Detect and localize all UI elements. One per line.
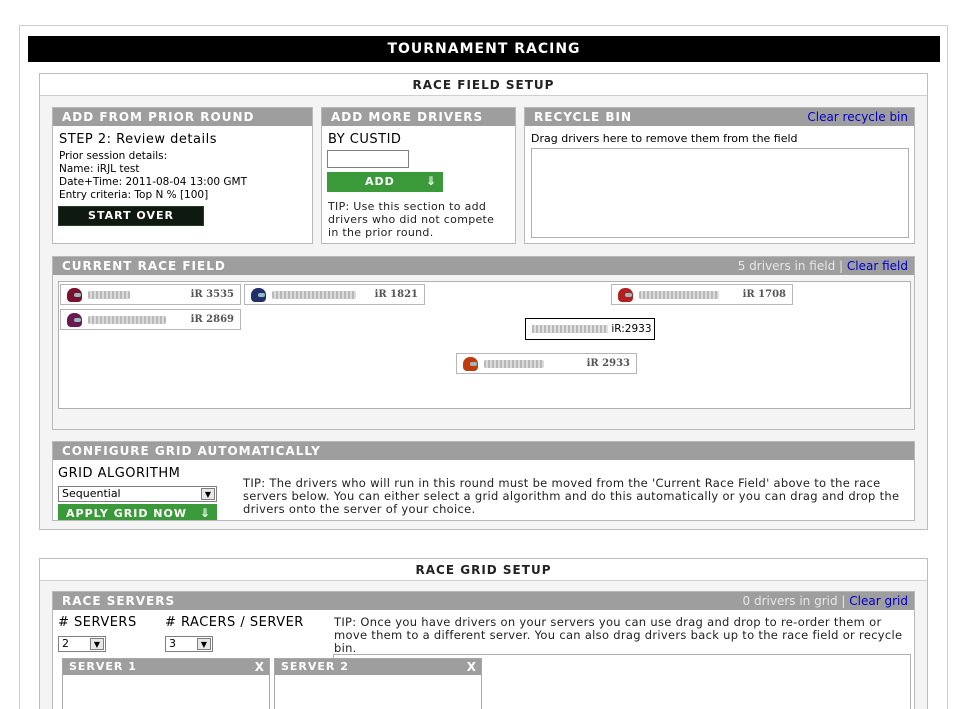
server-2-header: SERVER 2 X [275, 659, 481, 675]
more-drivers-tip: TIP: Use this section to add drivers who… [328, 200, 495, 239]
driver-name-redacted [88, 316, 166, 324]
apply-grid-now-button[interactable]: APPLY GRID NOW ⇓ [58, 504, 217, 520]
race-servers-controls: 0 drivers in grid | Clear grid [743, 592, 908, 610]
race-servers-title: RACE SERVERS [62, 594, 176, 608]
current-race-field-box: CURRENT RACE FIELD 5 drivers in field | … [52, 256, 915, 430]
add-driver-button[interactable]: ADD ⇓ [327, 172, 443, 192]
clear-grid-link[interactable]: Clear grid [849, 594, 908, 608]
helmet-icon [463, 357, 478, 371]
server-1-title: SERVER 1 [69, 660, 137, 673]
recycle-bin-header: RECYCLE BIN Clear recycle bin [525, 108, 914, 126]
racers-per-server-value: 3 [169, 637, 176, 650]
driver-chip[interactable]: iR 1708 [611, 284, 793, 305]
add-more-drivers-box: ADD MORE DRIVERS BY CUSTID ADD ⇓ TIP: Us… [321, 107, 516, 244]
configure-grid-box: CONFIGURE GRID AUTOMATICALLY GRID ALGORI… [52, 441, 915, 521]
drag-tooltip: iR:2933 [525, 318, 655, 340]
driver-name-redacted [484, 360, 544, 368]
server-2[interactable]: SERVER 2 X [274, 658, 482, 709]
helmet-icon [251, 288, 266, 302]
by-custid-label: BY CUSTID [328, 132, 402, 147]
recycle-bin-dropzone[interactable] [531, 148, 909, 238]
chevron-down-icon: ▼ [90, 638, 104, 650]
prior-criteria: Entry criteria: Top N % [100] [59, 189, 209, 201]
chevron-down-icon: ▼ [201, 488, 215, 500]
clear-field-link[interactable]: Clear field [847, 259, 908, 273]
race-servers-tip: TIP: Once you have drivers on your serve… [334, 616, 903, 655]
driver-chip[interactable]: iR 2869 [60, 309, 241, 330]
helmet-icon [67, 313, 82, 327]
servers-count-select[interactable]: 2 ▼ [58, 636, 106, 652]
driver-irating: iR 2933 [586, 358, 630, 369]
grid-count: 0 drivers in grid [742, 594, 838, 608]
driver-irating: iR 1708 [742, 289, 786, 300]
page-title: TOURNAMENT RACING [28, 36, 940, 62]
driver-name-redacted [88, 291, 130, 299]
custid-input[interactable] [327, 150, 409, 168]
racers-per-server-label: # RACERS / SERVER [165, 615, 304, 630]
current-field-header: CURRENT RACE FIELD 5 drivers in field | … [53, 257, 914, 275]
server-1-header: SERVER 1 X [63, 659, 269, 675]
configure-grid-tip: TIP: The drivers who will run in this ro… [243, 476, 900, 516]
apply-grid-label: APPLY GRID NOW [66, 507, 187, 520]
driver-irating: iR 3535 [190, 289, 234, 300]
race-grid-setup-title: RACE GRID SETUP [40, 559, 927, 581]
add-from-prior-round-box: ADD FROM PRIOR ROUND STEP 2: Review deta… [52, 107, 313, 244]
recycle-bin-title: RECYCLE BIN [534, 110, 632, 124]
grid-algorithm-label: GRID ALGORITHM [58, 466, 181, 481]
down-arrow-icon: ⇓ [199, 506, 211, 520]
driver-name-redacted [639, 291, 719, 299]
drivers-count: 5 drivers in field [737, 259, 836, 273]
step-label: STEP 2: Review details [59, 132, 217, 147]
separator: | [839, 259, 844, 273]
driver-chip[interactable]: iR 3535 [60, 284, 241, 305]
close-icon[interactable]: X [467, 659, 477, 675]
down-arrow-icon: ⇓ [425, 174, 437, 188]
servers-count-label: # SERVERS [58, 615, 137, 630]
grid-algorithm-select[interactable]: Sequential ▼ [58, 486, 217, 502]
prior-name: Name: iRJL test [59, 163, 140, 175]
server-1[interactable]: SERVER 1 X [62, 658, 270, 709]
clear-recycle-bin-link[interactable]: Clear recycle bin [807, 108, 908, 126]
close-icon[interactable]: X [255, 659, 265, 675]
recycle-bin-hint: Drag drivers here to remove them from th… [531, 132, 798, 145]
current-field-title: CURRENT RACE FIELD [62, 259, 226, 273]
driver-irating: iR 1821 [374, 289, 418, 300]
prior-round-header: ADD FROM PRIOR ROUND [53, 108, 312, 126]
helmet-icon [67, 288, 82, 302]
helmet-icon [618, 288, 633, 302]
separator: | [841, 594, 846, 608]
race-servers-box: RACE SERVERS 0 drivers in grid | Clear g… [52, 591, 915, 709]
chevron-down-icon: ▼ [197, 638, 211, 650]
more-drivers-header: ADD MORE DRIVERS [322, 108, 515, 126]
prior-datetime: Date+Time: 2011-08-04 13:00 GMT [59, 176, 248, 188]
add-button-label: ADD [365, 175, 395, 188]
driver-irating: iR 2869 [190, 314, 234, 325]
driver-name-redacted [272, 291, 356, 299]
recycle-bin-box: RECYCLE BIN Clear recycle bin Drag drive… [524, 107, 915, 244]
servers-count-value: 2 [62, 637, 69, 650]
configure-grid-header: CONFIGURE GRID AUTOMATICALLY [53, 442, 914, 460]
driver-chip-dragging[interactable]: iR 2933 [456, 353, 637, 374]
server-2-title: SERVER 2 [281, 660, 349, 673]
grid-algorithm-value: Sequential [62, 487, 121, 500]
race-field-setup-title: RACE FIELD SETUP [40, 74, 927, 96]
driver-name-redacted [532, 325, 608, 333]
racers-per-server-select[interactable]: 3 ▼ [165, 636, 213, 652]
race-servers-header: RACE SERVERS 0 drivers in grid | Clear g… [53, 592, 914, 610]
driver-chip[interactable]: iR 1821 [244, 284, 425, 305]
drag-tooltip-irating: iR:2933 [611, 323, 652, 335]
prior-details-label: Prior session details: [59, 150, 168, 162]
current-field-controls: 5 drivers in field | Clear field [738, 257, 908, 275]
start-over-button[interactable]: START OVER [58, 206, 204, 226]
